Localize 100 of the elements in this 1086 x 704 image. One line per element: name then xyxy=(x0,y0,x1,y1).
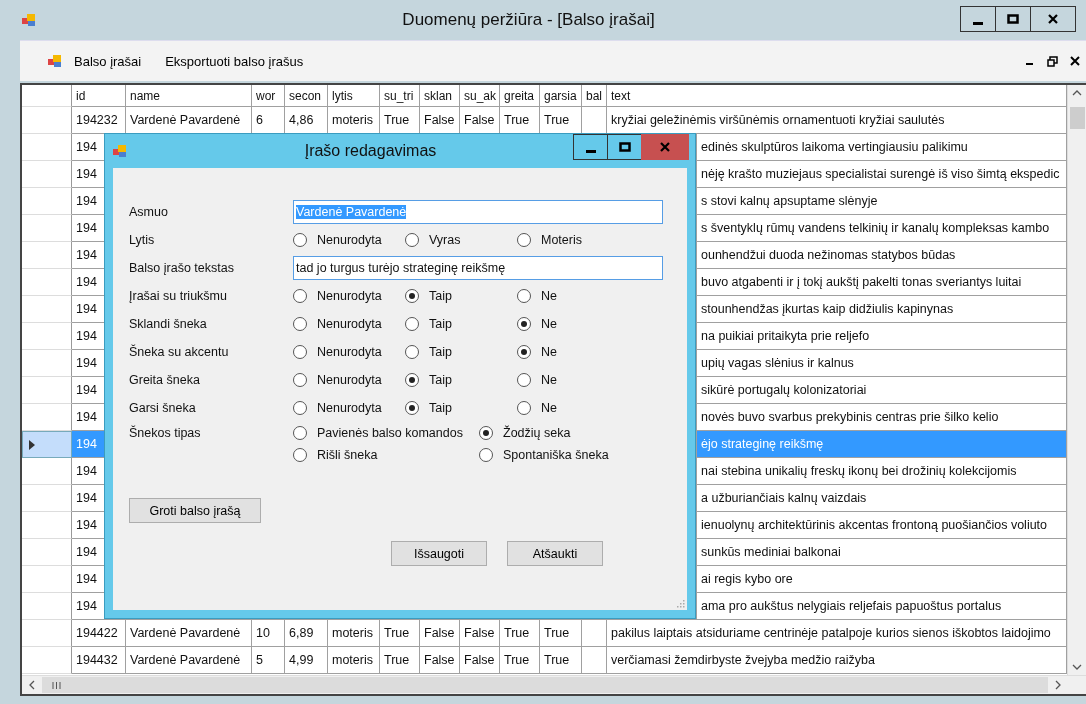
maximize-icon xyxy=(618,141,631,153)
window-title: Duomenų peržiūra - [Balso įrašai] xyxy=(401,10,656,30)
table-cell: False xyxy=(420,620,460,647)
row-header[interactable] xyxy=(22,431,72,458)
table-cell: True xyxy=(380,620,420,647)
table-cell xyxy=(582,647,607,674)
column-header[interactable]: garsia xyxy=(540,85,582,107)
close-icon[interactable] xyxy=(1070,56,1080,66)
minimize-button[interactable] xyxy=(573,134,608,160)
text-field[interactable]: tad jo turgus turėjo strateginę reikšmę xyxy=(293,256,663,280)
column-header[interactable]: name xyxy=(126,85,252,107)
current-row-icon xyxy=(29,439,35,450)
app-icon xyxy=(22,13,36,27)
radio-option[interactable]: Ne xyxy=(517,345,629,359)
table-cell: edinės skulptūros laikoma vertingiausiu palikimu xyxy=(697,134,1067,161)
maximize-button[interactable] xyxy=(607,134,642,160)
radio-option[interactable]: Nenurodyta xyxy=(293,345,405,359)
column-header[interactable]: secon xyxy=(285,85,328,107)
scroll-right-icon xyxy=(1054,680,1062,690)
column-header[interactable]: id xyxy=(72,85,126,107)
radio-option[interactable]: Taip xyxy=(405,373,517,387)
field-label: Garsi šneka xyxy=(129,401,197,415)
close-icon xyxy=(659,141,671,153)
column-header[interactable]: wor xyxy=(252,85,285,107)
radio-option[interactable]: Vyras xyxy=(405,233,517,247)
scroll-up-icon xyxy=(1072,89,1082,97)
dialog-button[interactable]: Išsaugoti xyxy=(391,541,487,566)
radio-option[interactable]: Ne xyxy=(517,373,629,387)
radio-option[interactable]: Taip xyxy=(405,401,517,415)
column-header[interactable]: lytis xyxy=(328,85,380,107)
table-cell: nai stebina unikalių freskų ikonų bei drožinių kolekcijomis xyxy=(697,458,1067,485)
column-header[interactable]: greita xyxy=(500,85,540,107)
radio-option[interactable]: Pavienės balso komandos xyxy=(293,426,479,440)
radio-option[interactable]: Taip xyxy=(405,289,517,303)
maximize-icon xyxy=(1007,13,1019,25)
table-cell: True xyxy=(380,647,420,674)
radio-option[interactable]: Nenurodyta xyxy=(293,289,405,303)
play-button[interactable]: Groti balso įrašą xyxy=(129,498,261,523)
column-header[interactable]: text xyxy=(607,85,1067,107)
radio-option[interactable]: Žodžių seka xyxy=(479,426,639,440)
table-cell: True xyxy=(540,647,582,674)
table-cell: s stovi kalnų apsuptame slėnyje xyxy=(697,188,1067,215)
table-cell: True xyxy=(540,620,582,647)
vertical-scrollbar[interactable] xyxy=(1067,85,1086,675)
table-cell: stounhendžas įkurtas kaip didžiulis kapinynas xyxy=(697,296,1067,323)
scroll-left-icon xyxy=(28,680,36,690)
field-label: Šneka su akcentu xyxy=(129,345,230,359)
table-cell: ai regis kybo ore xyxy=(697,566,1067,593)
radio-option[interactable]: Nenurodyta xyxy=(293,233,405,247)
column-header[interactable]: bal xyxy=(582,85,607,107)
radio-option[interactable]: Taip xyxy=(405,345,517,359)
table-cell: Vardenė Pavardenė xyxy=(126,647,252,674)
corner-header[interactable] xyxy=(22,85,72,107)
menu-item[interactable]: Balso įrašai xyxy=(64,49,154,73)
radio-option[interactable]: Nenurodyta xyxy=(293,401,405,415)
table-cell: nėję krašto muziejaus specialistai surengė iš viso šimtą ekspedic xyxy=(697,161,1067,188)
radio-option[interactable]: Taip xyxy=(405,317,517,331)
column-header[interactable]: sklan xyxy=(420,85,460,107)
dialog-button[interactable]: Atšaukti xyxy=(507,541,603,566)
scroll-down-icon xyxy=(1072,663,1082,671)
resize-grip-icon xyxy=(675,598,685,608)
minimize-icon xyxy=(585,149,596,153)
table-cell: False xyxy=(460,647,500,674)
minimize-button[interactable] xyxy=(960,6,996,32)
radio-option[interactable]: Nenurodyta xyxy=(293,317,405,331)
table-cell: verčiamasi žemdirbyste žvejyba medžio raižyba xyxy=(607,647,1067,674)
table-cell: 6,89 xyxy=(285,620,328,647)
menu-item[interactable]: Eksportuoti balso įrašus xyxy=(155,49,316,73)
column-header[interactable]: su_tri xyxy=(380,85,420,107)
radio-option[interactable]: Ne xyxy=(517,317,629,331)
table-cell: s šventyklų rūmų vandens telkinių ir kanalų kompleksas kambo xyxy=(697,215,1067,242)
field-label: Balso įrašo tekstas xyxy=(129,261,235,275)
field-label: Sklandi šneka xyxy=(129,317,208,331)
radio-option[interactable]: Spontaniška šneka xyxy=(479,448,639,462)
column-header[interactable]: su_ak xyxy=(460,85,500,107)
table-cell: ama pro aukštus nelygiais reljefais papuoštus portalus xyxy=(697,593,1067,620)
dialog-title: Įrašo redagavimas xyxy=(303,142,438,160)
table-cell: False xyxy=(420,647,460,674)
field-label: Asmuo xyxy=(129,205,169,219)
field-label: Įrašai su triukšmu xyxy=(129,289,228,303)
close-button[interactable] xyxy=(1030,6,1076,32)
table-cell: a užburiančiais kalnų vaizdais xyxy=(697,485,1067,512)
app-icon xyxy=(48,54,62,68)
grip-icon xyxy=(52,681,61,689)
maximize-button[interactable] xyxy=(995,6,1031,32)
app-icon xyxy=(113,144,127,158)
table-cell: 194422 xyxy=(72,620,126,647)
table-cell: False xyxy=(460,620,500,647)
radio-option[interactable]: Nenurodyta xyxy=(293,373,405,387)
restore-icon[interactable] xyxy=(1047,55,1058,67)
table-cell: 4,99 xyxy=(285,647,328,674)
table-cell: buvo atgabenti ir į tokį aukštį pakelti tonas sveriantys luitai xyxy=(697,269,1067,296)
radio-option[interactable]: Ne xyxy=(517,401,629,415)
radio-option[interactable]: Moteris xyxy=(517,233,629,247)
horizontal-scrollbar[interactable] xyxy=(22,675,1086,694)
table-cell: ounhendžui duoda nežinomas statybos būdas xyxy=(697,242,1067,269)
radio-option[interactable]: Rišli šneka xyxy=(293,448,479,462)
radio-option[interactable]: Ne xyxy=(517,289,629,303)
scroll-thumb[interactable] xyxy=(1069,107,1085,129)
table-cell: moteris xyxy=(328,647,380,674)
